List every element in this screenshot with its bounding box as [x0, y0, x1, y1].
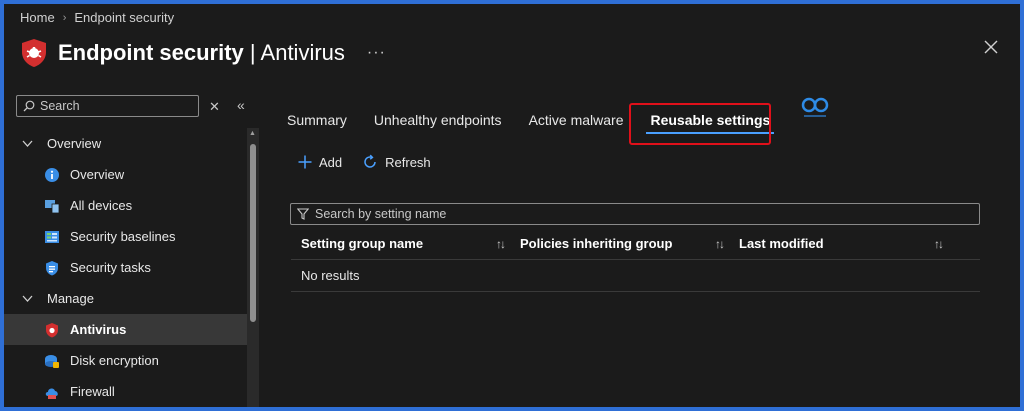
sidebar-item-security-baselines[interactable]: Security baselines: [4, 221, 247, 252]
tab-summary[interactable]: Summary: [287, 108, 347, 136]
filter-icon: [297, 208, 309, 220]
setting-search-input[interactable]: [315, 207, 915, 221]
page-header: Endpoint security | Antivirus ···: [20, 36, 386, 70]
sidebar-item-label: Security tasks: [70, 260, 151, 275]
refresh-button[interactable]: Refresh: [362, 154, 431, 170]
plus-icon: [298, 155, 312, 169]
sidebar-item-label: All devices: [70, 198, 133, 213]
sidebar-scrollbar-thumb[interactable]: [250, 144, 256, 322]
sidebar: ✕ « Overview Overview All devices Securi…: [4, 92, 247, 407]
disk-encryption-icon: [45, 354, 59, 368]
breadcrumb: Home › Endpoint security: [20, 10, 174, 25]
sidebar-item-disk-encryption[interactable]: Disk encryption: [4, 345, 247, 376]
info-icon: [45, 167, 59, 182]
firewall-icon: [45, 387, 58, 399]
empty-results-text: No results: [301, 268, 360, 283]
sidebar-group-label: Manage: [47, 291, 94, 306]
close-icon[interactable]: [984, 40, 998, 54]
add-button-label: Add: [319, 154, 343, 170]
refresh-icon: [364, 154, 376, 168]
tasks-icon: [46, 260, 58, 275]
breadcrumb-current[interactable]: Endpoint security: [74, 10, 174, 25]
sidebar-item-label: Disk encryption: [70, 353, 159, 368]
sidebar-search[interactable]: [16, 95, 199, 117]
sidebar-item-label: Security baselines: [70, 229, 176, 244]
devices-icon: [45, 199, 60, 213]
column-label: Policies inheriting group: [520, 236, 673, 251]
baselines-icon: [45, 230, 59, 243]
toolbar: Add Refresh: [298, 154, 451, 170]
settings-table: Setting group name ↑↓ Policies inheritin…: [291, 228, 980, 292]
page-title: Endpoint security | Antivirus: [58, 40, 345, 66]
sidebar-group-overview[interactable]: Overview: [4, 128, 247, 159]
sidebar-item-security-tasks[interactable]: Security tasks: [4, 252, 247, 283]
table-row-empty: No results: [291, 260, 980, 292]
chevron-down-icon: [22, 140, 33, 147]
sidebar-item-label: Firewall: [70, 384, 115, 399]
page-title-sub: Antivirus: [260, 40, 345, 65]
sidebar-item-overview[interactable]: Overview: [4, 159, 247, 190]
sort-icon[interactable]: ↑↓: [934, 237, 944, 251]
chevron-right-icon: ›: [62, 11, 67, 24]
brand-logo-icon: [801, 97, 829, 117]
page-title-separator: |: [243, 40, 261, 65]
scroll-up-arrow-icon[interactable]: ▲: [249, 130, 256, 137]
sidebar-item-all-devices[interactable]: All devices: [4, 190, 247, 221]
column-label: Last modified: [739, 236, 824, 251]
breadcrumb-home[interactable]: Home: [20, 10, 55, 25]
column-last-modified[interactable]: Last modified ↑↓: [729, 228, 948, 260]
sort-icon[interactable]: ↑↓: [496, 237, 506, 251]
tab-unhealthy-endpoints[interactable]: Unhealthy endpoints: [374, 108, 502, 136]
sidebar-search-input[interactable]: [40, 99, 190, 113]
column-label: Setting group name: [301, 236, 424, 251]
sidebar-item-firewall[interactable]: Firewall: [4, 376, 247, 407]
highlight-annotation-box: [629, 103, 771, 145]
chevron-down-icon: [22, 295, 33, 302]
portal-window: Home › Endpoint security Endpoint securi…: [4, 4, 1020, 407]
sidebar-group-manage[interactable]: Manage: [4, 283, 247, 314]
page-title-main: Endpoint security: [58, 40, 244, 65]
setting-search[interactable]: [290, 203, 980, 225]
table-header: Setting group name ↑↓ Policies inheritin…: [291, 228, 980, 260]
sidebar-item-label: Antivirus: [70, 322, 127, 337]
sort-icon[interactable]: ↑↓: [715, 237, 725, 251]
clear-search-icon[interactable]: ✕: [209, 99, 220, 115]
antivirus-icon: [46, 322, 58, 337]
shield-icon: [22, 39, 46, 67]
sidebar-group-label: Overview: [47, 136, 102, 151]
sidebar-item-label: Overview: [70, 167, 125, 182]
sidebar-item-antivirus[interactable]: Antivirus: [4, 314, 247, 345]
column-policies-inheriting-group[interactable]: Policies inheriting group ↑↓: [510, 228, 729, 260]
tab-active-malware[interactable]: Active malware: [529, 108, 624, 136]
sidebar-nav: Overview Overview All devices Security b…: [4, 128, 247, 407]
collapse-sidebar-icon[interactable]: «: [237, 97, 245, 113]
add-button[interactable]: Add: [298, 155, 342, 170]
column-setting-group-name[interactable]: Setting group name ↑↓: [291, 228, 510, 260]
refresh-button-label: Refresh: [385, 154, 431, 170]
search-icon: [23, 100, 35, 112]
more-options-icon[interactable]: ···: [367, 44, 386, 62]
